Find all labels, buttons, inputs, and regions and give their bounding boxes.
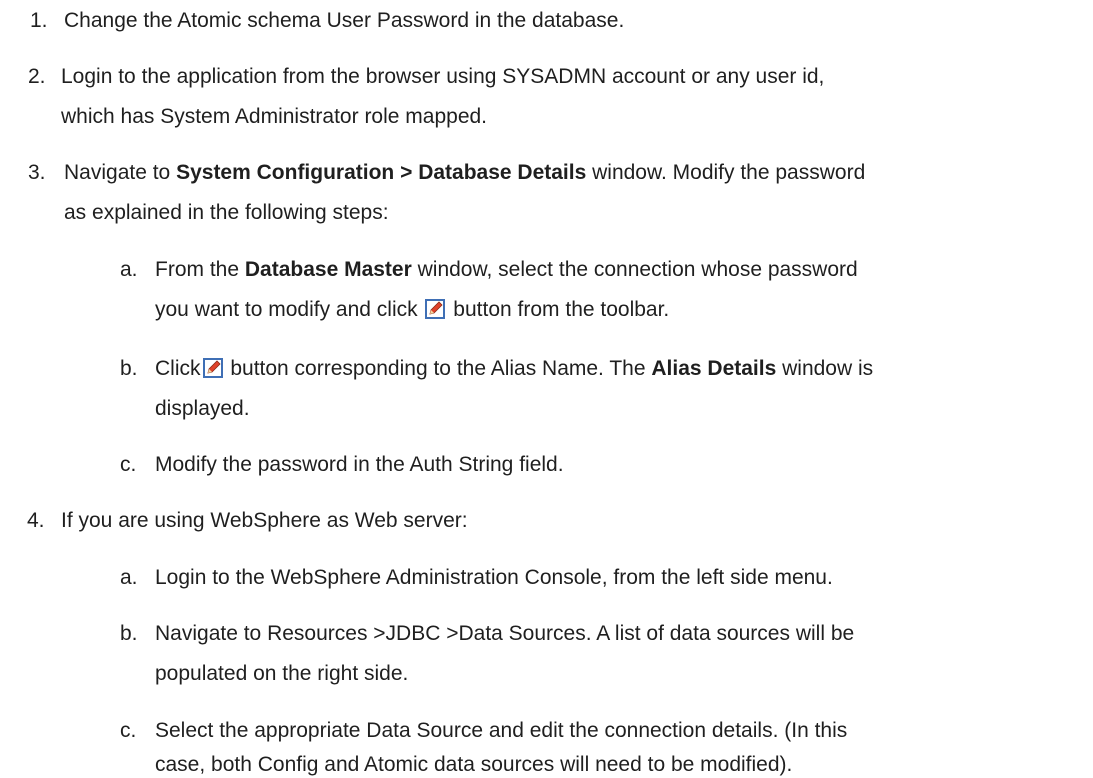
step-3a-text-post: window, select the connection whose pass…	[411, 258, 858, 281]
step-3-line-1: Navigate to System Configuration > Datab…	[64, 160, 865, 186]
step-4c-line-2: case, both Config and Atomic data source…	[155, 753, 793, 776]
step-3-number: 3.	[28, 161, 46, 184]
step-4b-letter: b.	[120, 622, 138, 645]
step-3a-window-name: Database Master	[244, 258, 412, 281]
step-3a-line-1: From the Database Master window, select …	[155, 257, 858, 283]
step-3b-text-post: window is	[776, 357, 874, 380]
step-3b-line-2: displayed.	[155, 397, 250, 420]
step-3b-window-name: Alias Details	[651, 357, 777, 380]
step-4-number: 4.	[27, 509, 45, 532]
step-4c-letter: c.	[120, 719, 137, 742]
step-3c-text: Modify the password in the Auth String f…	[155, 453, 564, 476]
step-3b-text-pre: Click	[155, 357, 201, 380]
step-3a-line-2-pre: you want to modify and click	[155, 298, 424, 321]
step-3a-letter: a.	[120, 258, 138, 281]
step-4a-text: Login to the WebSphere Administration Co…	[155, 566, 833, 589]
step-3a-line-2: you want to modify and click button from…	[155, 297, 669, 323]
edit-icon	[425, 299, 446, 319]
step-3c-letter: c.	[120, 453, 137, 476]
step-4-text: If you are using WebSphere as Web server…	[61, 509, 468, 532]
step-3-text-pre: Navigate to	[64, 161, 177, 184]
step-4a-letter: a.	[120, 566, 138, 589]
step-3a-text-pre: From the	[155, 258, 245, 281]
step-2-line-2: which has System Administrator role mapp…	[61, 105, 488, 128]
step-3a-line-2-post: button from the toolbar.	[447, 298, 670, 321]
step-3b-text-mid: button corresponding to the Alias Name. …	[224, 357, 652, 380]
step-4b-line-1: Navigate to Resources >JDBC >Data Source…	[155, 622, 855, 645]
step-1-number: 1.	[30, 9, 48, 32]
step-3b-line-1: Click button corresponding to the Alias …	[155, 356, 873, 382]
edit-icon	[202, 358, 223, 378]
step-3-text-post: window. Modify the password	[586, 161, 866, 184]
step-2-line-1: Login to the application from the browse…	[61, 65, 825, 88]
step-3-menu-path: System Configuration > Database Details	[176, 161, 587, 184]
step-1-text: Change the Atomic schema User Password i…	[64, 9, 625, 32]
step-3-line-2: as explained in the following steps:	[64, 201, 389, 224]
step-4b-line-2: populated on the right side.	[155, 662, 409, 685]
step-2-number: 2.	[28, 65, 46, 88]
step-3b-letter: b.	[120, 357, 138, 380]
step-4c-line-1: Select the appropriate Data Source and e…	[155, 719, 848, 742]
